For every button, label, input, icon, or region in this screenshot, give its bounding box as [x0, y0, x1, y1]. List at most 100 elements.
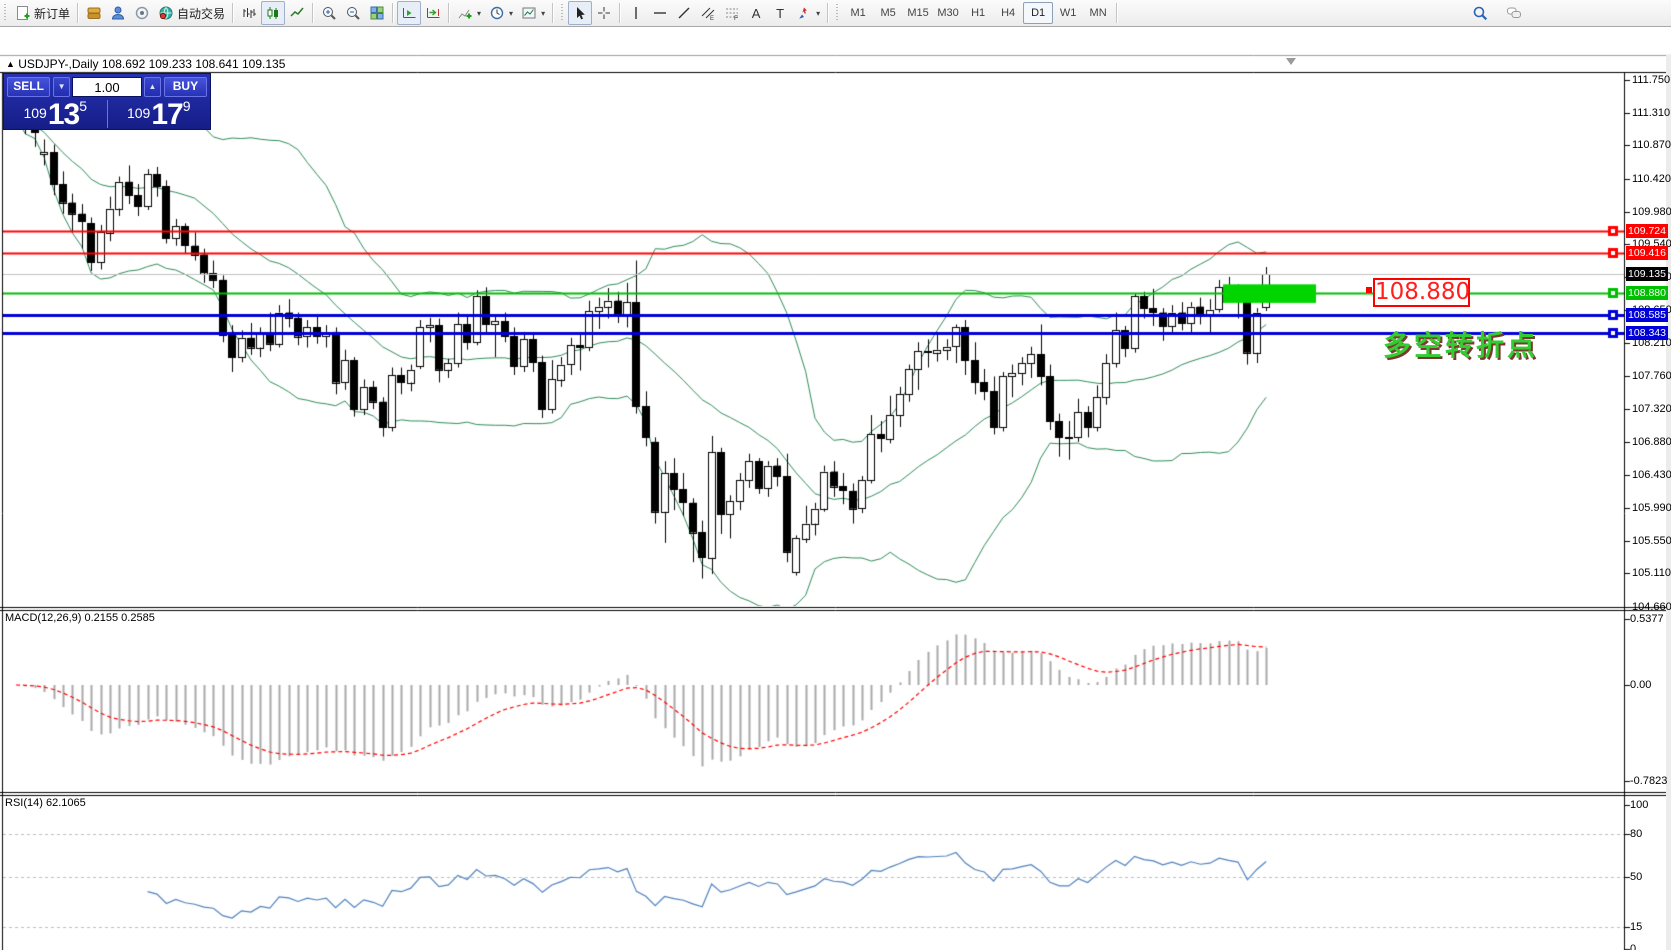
price-tag: 108.585 [1626, 308, 1668, 322]
vertical-line-button[interactable] [624, 1, 648, 25]
search-button[interactable] [1468, 1, 1492, 25]
timeframe-w1[interactable]: W1 [1053, 2, 1083, 24]
auto-scroll-button[interactable] [397, 1, 421, 25]
signals-button[interactable] [130, 1, 154, 25]
price-axis-tick: 110.870 [1632, 139, 1671, 151]
market-watch-button[interactable] [106, 1, 130, 25]
price-tag: 108.880 [1626, 286, 1668, 300]
line-chart-button[interactable] [285, 1, 309, 25]
price-label-handle[interactable] [1366, 287, 1372, 293]
toolbar-separator [1116, 3, 1118, 23]
price-axis-tick: 106.880 [1632, 436, 1671, 448]
arrows-icon [796, 5, 812, 21]
volume-up-button[interactable]: ▲ [144, 77, 161, 97]
metatrader-window: 新订单 自动交易 ▾ ▾ ▾ E FAT ▾ M1M5M15M30H1H4D1W1MN ▲ US… [0, 0, 1671, 950]
autotrading-button[interactable]: 自动交易 [154, 1, 229, 25]
chevron-down-icon[interactable]: ▾ [540, 9, 545, 18]
timeframe-h1[interactable]: H1 [963, 2, 993, 24]
trendline-button[interactable] [672, 1, 696, 25]
timeframe-mn[interactable]: MN [1083, 2, 1113, 24]
new-order-button[interactable]: 新订单 [11, 1, 74, 25]
volume-input[interactable] [72, 77, 142, 97]
zoom-in-icon [321, 5, 337, 21]
chart-window: ▲ USDJPY-,Daily 108.692 109.233 108.641 … [0, 27, 1671, 950]
text-label-button[interactable]: T [768, 1, 792, 25]
profiles-button[interactable] [82, 1, 106, 25]
fibonacci-button[interactable]: F [720, 1, 744, 25]
chat-button[interactable] [1502, 1, 1526, 25]
chinese-annotation[interactable]: 多空转折点 [1383, 324, 1538, 364]
macd-axis-tick: 0.5377 [1630, 613, 1664, 625]
zoom-in-button[interactable] [317, 1, 341, 25]
price-axis-tick: 104.660 [1632, 601, 1671, 613]
horizontal-line-icon [652, 5, 668, 21]
candlestick-chart-button[interactable] [261, 1, 285, 25]
chevron-down-icon[interactable]: ▾ [476, 9, 481, 18]
autotrading-icon [158, 5, 174, 21]
tile-windows-button[interactable] [365, 1, 389, 25]
signals-icon [134, 5, 150, 21]
indicators-button[interactable]: ▾ [453, 1, 485, 25]
collapse-arrow-icon[interactable]: ▲ [6, 59, 15, 69]
macd-axis-tick: -0.7823 [1630, 775, 1667, 787]
timeframe-d1[interactable]: D1 [1023, 2, 1053, 24]
text-button[interactable]: A [744, 1, 768, 25]
price-axis-tick: 107.760 [1632, 370, 1671, 382]
price-axis-tick: 110.420 [1632, 173, 1671, 185]
templates-button[interactable]: ▾ [517, 1, 549, 25]
chart-shift-marker-icon[interactable] [1286, 58, 1296, 65]
search-icon [1472, 5, 1488, 21]
crosshair-button[interactable] [592, 1, 616, 25]
chat-icon [1506, 5, 1522, 21]
chart-canvas[interactable] [0, 27, 1671, 950]
zoom-out-button[interactable] [341, 1, 365, 25]
timeframe-m15[interactable]: M15 [903, 2, 933, 24]
price-axis-tick: 105.110 [1632, 567, 1671, 579]
toolbar-grip[interactable] [560, 4, 565, 22]
vertical-line-icon [628, 5, 644, 21]
bar-chart-button[interactable] [237, 1, 261, 25]
cursor-button[interactable] [568, 1, 592, 25]
price-axis-tick: 107.320 [1632, 403, 1671, 415]
indicators-icon [457, 5, 473, 21]
price-label-object[interactable]: 108.880 [1373, 278, 1470, 307]
timeframe-m30[interactable]: M30 [933, 2, 963, 24]
chevron-down-icon[interactable]: ▾ [508, 9, 513, 18]
market-watch-icon [110, 5, 126, 21]
toolbar-grip[interactable] [3, 4, 8, 22]
price-axis-tick: 111.750 [1632, 74, 1670, 86]
text-label-icon: T [772, 6, 788, 21]
sell-price[interactable]: 109135 [4, 98, 107, 130]
horizontal-line-button[interactable] [648, 1, 672, 25]
toolbar-grip[interactable] [835, 4, 840, 22]
chevron-down-icon[interactable]: ▾ [815, 9, 820, 18]
buy-price[interactable]: 109179 [108, 98, 211, 130]
toolbar-separator [77, 3, 79, 23]
arrows-button[interactable]: ▾ [792, 1, 824, 25]
sell-button[interactable]: SELL [7, 77, 50, 97]
timeframe-m1[interactable]: M1 [843, 2, 873, 24]
periods-icon [489, 5, 505, 21]
auto-scroll-icon [401, 5, 417, 21]
crosshair-icon [596, 5, 612, 21]
chart-shift-icon [425, 5, 441, 21]
toolbar-separator [827, 3, 829, 23]
periods-button[interactable]: ▾ [485, 1, 517, 25]
timeframe-m5[interactable]: M5 [873, 2, 903, 24]
price-axis-tick: 105.550 [1632, 535, 1671, 547]
buy-button[interactable]: BUY [164, 77, 207, 97]
timeframe-h4[interactable]: H4 [993, 2, 1023, 24]
bar-chart-icon [241, 5, 257, 21]
fibonacci-icon: F [724, 5, 740, 21]
price-axis-tick: 106.430 [1632, 469, 1671, 481]
symbol-period-label: USDJPY-,Daily [18, 57, 98, 71]
channel-button[interactable]: E [696, 1, 720, 25]
toolbar-separator [312, 3, 314, 23]
chart-shift-button[interactable] [421, 1, 445, 25]
rsi-axis-tick: 15 [1630, 921, 1642, 933]
svg-text:E: E [710, 16, 714, 21]
rsi-axis-tick: 80 [1630, 828, 1642, 840]
rsi-indicator-label: RSI(14) 62.1065 [5, 797, 86, 809]
candlestick-icon [265, 5, 281, 21]
volume-down-button[interactable]: ▼ [53, 77, 70, 97]
